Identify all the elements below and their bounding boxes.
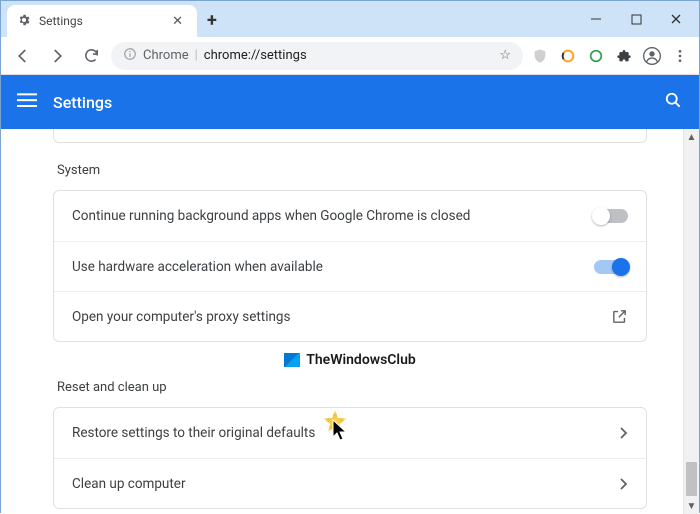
row-label: Restore settings to their original defau…	[72, 425, 620, 441]
profile-avatar-icon[interactable]	[641, 45, 663, 67]
toggle-off-icon	[594, 209, 628, 223]
extension-circle-green-icon[interactable]	[585, 45, 607, 67]
reload-button[interactable]	[77, 42, 105, 70]
vertical-scrollbar[interactable]: ▲ ▼	[683, 129, 699, 514]
section-label-reset: Reset and clean up	[57, 380, 647, 395]
maximize-button[interactable]	[617, 5, 655, 33]
watermark-text: TheWindowsClub	[306, 352, 416, 368]
row-proxy-settings[interactable]: Open your computer's proxy settings	[54, 291, 646, 341]
section-label-system: System	[57, 163, 647, 178]
address-bar[interactable]: Chrome | chrome://settings ☆	[111, 42, 523, 70]
close-icon[interactable]: ✕	[168, 12, 187, 31]
extension-shield-icon[interactable]	[529, 45, 551, 67]
toggle-background-apps[interactable]	[594, 209, 628, 223]
settings-title: Settings	[53, 93, 112, 112]
row-clean-up-computer[interactable]: Clean up computer	[54, 458, 646, 508]
browser-tab-strip: Settings ✕ +	[1, 1, 699, 37]
row-label: Continue running background apps when Go…	[72, 208, 594, 224]
extensions-puzzle-icon[interactable]	[613, 45, 635, 67]
gear-icon	[17, 12, 31, 31]
row-label: Clean up computer	[72, 476, 620, 492]
reset-card: Restore settings to their original defau…	[53, 407, 647, 509]
extension-swirl-icon[interactable]	[557, 45, 579, 67]
forward-button[interactable]	[43, 42, 71, 70]
bookmark-star-icon[interactable]: ☆	[499, 48, 511, 63]
scrollbar-thumb[interactable]	[686, 462, 697, 496]
search-icon[interactable]	[663, 90, 683, 114]
row-hardware-accel[interactable]: Use hardware acceleration when available	[54, 241, 646, 291]
browser-tab-active[interactable]: Settings ✕	[7, 5, 197, 37]
site-info-icon[interactable]	[123, 47, 137, 65]
window-controls	[577, 5, 695, 33]
watermark-flag-icon	[284, 353, 300, 367]
toggle-on-icon	[594, 260, 628, 274]
row-label: Use hardware acceleration when available	[72, 259, 594, 275]
new-tab-button[interactable]: +	[207, 10, 217, 31]
toggle-hardware-accel[interactable]	[594, 260, 628, 274]
window-close-button[interactable]	[657, 5, 695, 33]
url-divider: |	[195, 48, 198, 63]
tab-title: Settings	[39, 14, 168, 28]
url-scheme-label: Chrome	[143, 48, 189, 63]
open-external-icon	[611, 308, 628, 325]
back-button[interactable]	[9, 42, 37, 70]
row-restore-defaults[interactable]: Restore settings to their original defau…	[54, 408, 646, 458]
overflow-menu-icon[interactable]	[669, 45, 691, 67]
row-background-apps[interactable]: Continue running background apps when Go…	[54, 191, 646, 241]
minimize-button[interactable]	[577, 5, 615, 33]
watermark: TheWindowsClub	[53, 352, 647, 368]
settings-content-viewport: System Continue running background apps …	[1, 129, 699, 514]
previous-section-card-bottom	[53, 129, 647, 143]
chevron-right-icon	[620, 427, 628, 439]
scroll-up-arrow-icon[interactable]: ▲	[684, 129, 699, 145]
scroll-down-arrow-icon[interactable]: ▼	[684, 498, 699, 514]
chevron-right-icon	[620, 478, 628, 490]
hamburger-menu-icon[interactable]	[17, 90, 37, 114]
system-card: Continue running background apps when Go…	[53, 190, 647, 342]
url-text: chrome://settings	[204, 48, 307, 63]
browser-toolbar: Chrome | chrome://settings ☆	[1, 37, 699, 75]
settings-header: Settings	[1, 75, 699, 129]
row-label: Open your computer's proxy settings	[72, 309, 611, 325]
